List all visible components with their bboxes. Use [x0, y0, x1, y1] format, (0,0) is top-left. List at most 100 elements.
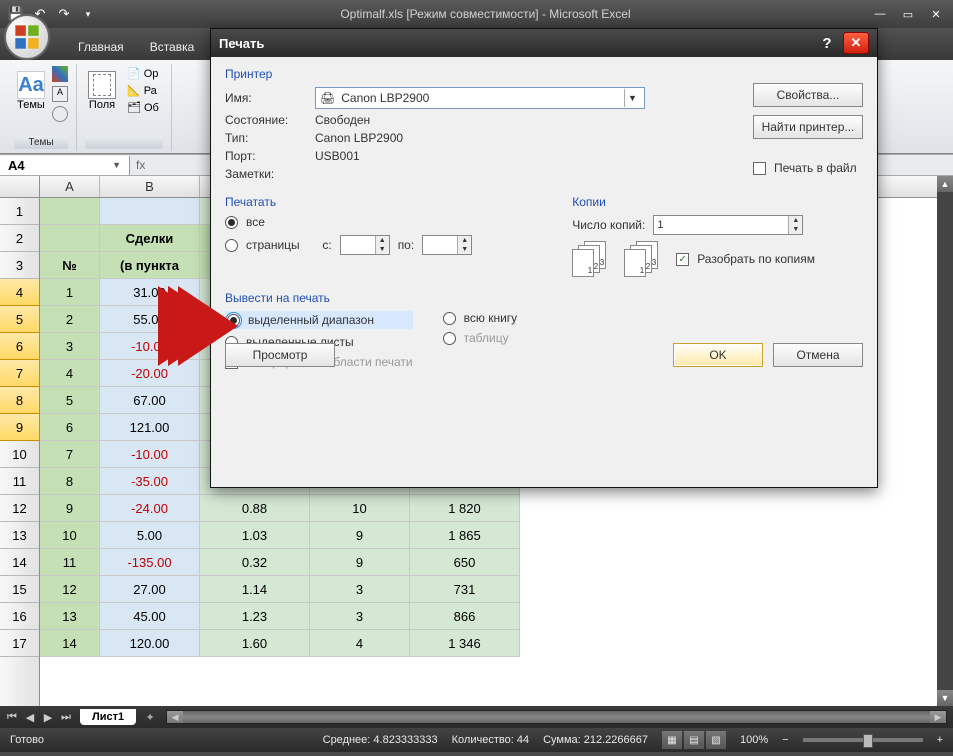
find-printer-button[interactable]: Найти принтер... [753, 115, 863, 139]
row-header[interactable]: 1 [0, 198, 39, 225]
cell[interactable]: 13 [40, 603, 100, 630]
cell[interactable]: Сделки [100, 225, 200, 252]
properties-button[interactable]: Свойства... [753, 83, 863, 107]
row-header[interactable]: 15 [0, 576, 39, 603]
cell[interactable]: 6 [40, 414, 100, 441]
colors-icon[interactable] [52, 66, 68, 82]
sheet-tab[interactable]: Лист1 [80, 709, 136, 725]
dropdown-icon[interactable]: ▼ [624, 89, 640, 107]
cell[interactable]: 67.00 [100, 387, 200, 414]
row-header[interactable]: 10 [0, 441, 39, 468]
col-header[interactable]: A [40, 176, 100, 197]
zoom-slider[interactable] [803, 738, 923, 742]
office-button[interactable] [4, 14, 50, 60]
cell[interactable]: № [40, 252, 100, 279]
cell[interactable] [100, 198, 200, 225]
margins-button[interactable]: Поля [85, 66, 119, 116]
from-spinner[interactable]: ▲▼ [340, 235, 390, 255]
row-header[interactable]: 4 [0, 279, 39, 306]
cell[interactable]: 3 [310, 603, 410, 630]
zoom-in-icon[interactable]: + [937, 734, 943, 746]
cell[interactable]: 9 [310, 522, 410, 549]
close-icon[interactable]: ✕ [843, 32, 869, 54]
cell[interactable]: 0.32 [200, 549, 310, 576]
tab-insert[interactable]: Вставка [138, 36, 207, 60]
cell[interactable]: 1.60 [200, 630, 310, 657]
redo-icon[interactable]: ↷ [54, 4, 74, 24]
row-header[interactable]: 17 [0, 630, 39, 657]
cell[interactable]: 27.00 [100, 576, 200, 603]
preview-button[interactable]: Просмотр [225, 343, 335, 367]
last-sheet-icon[interactable]: ⏭ [58, 709, 74, 725]
collate-checkbox[interactable]: ✓ [676, 253, 689, 266]
fx-icon[interactable]: fx [136, 158, 145, 172]
cell[interactable]: 121.00 [100, 414, 200, 441]
dialog-titlebar[interactable]: Печать ? ✕ [211, 29, 877, 57]
cell[interactable]: -35.00 [100, 468, 200, 495]
cell[interactable]: 8 [40, 468, 100, 495]
vertical-scrollbar[interactable]: ▲ ▼ [937, 176, 953, 706]
row-header[interactable]: 13 [0, 522, 39, 549]
cell[interactable] [40, 225, 100, 252]
cell[interactable]: 4 [310, 630, 410, 657]
size-button[interactable]: 📐Ра [123, 83, 163, 98]
new-sheet-icon[interactable]: ✦ [140, 708, 160, 726]
name-box[interactable]: A4▼ [0, 156, 130, 175]
cell[interactable]: 731 [410, 576, 520, 603]
radio-workbook[interactable] [443, 312, 456, 325]
effects-icon[interactable] [52, 106, 68, 122]
row-header[interactable]: 14 [0, 549, 39, 576]
row-header[interactable]: 11 [0, 468, 39, 495]
cell[interactable]: 866 [410, 603, 520, 630]
maximize-icon[interactable]: ▭ [895, 5, 921, 23]
horizontal-scrollbar[interactable]: ◀▶ [166, 710, 947, 724]
row-header[interactable]: 9 [0, 414, 39, 441]
cell[interactable]: 14 [40, 630, 100, 657]
cell[interactable]: 5.00 [100, 522, 200, 549]
prev-sheet-icon[interactable]: ◀ [22, 709, 38, 725]
minimize-icon[interactable]: — [867, 5, 893, 23]
cell[interactable]: 1.14 [200, 576, 310, 603]
cell[interactable]: 4 [40, 360, 100, 387]
row-header[interactable]: 3 [0, 252, 39, 279]
cell[interactable]: 3 [40, 333, 100, 360]
row-header[interactable]: 7 [0, 360, 39, 387]
radio-all[interactable] [225, 216, 238, 229]
next-sheet-icon[interactable]: ▶ [40, 709, 56, 725]
cancel-button[interactable]: Отмена [773, 343, 863, 367]
cell[interactable]: 11 [40, 549, 100, 576]
cell[interactable]: 120.00 [100, 630, 200, 657]
cell[interactable]: 3 [310, 576, 410, 603]
cell[interactable]: 0.88 [200, 495, 310, 522]
first-sheet-icon[interactable]: ⏮ [4, 709, 20, 725]
themes-button[interactable]: Aa Темы [14, 66, 48, 116]
row-header[interactable]: 2 [0, 225, 39, 252]
ok-button[interactable]: OK [673, 343, 763, 367]
cell[interactable]: 1 [40, 279, 100, 306]
cell[interactable]: 1.03 [200, 522, 310, 549]
cell[interactable]: 10 [40, 522, 100, 549]
tab-home[interactable]: Главная [66, 36, 136, 60]
close-icon[interactable]: ✕ [923, 5, 949, 23]
select-all-corner[interactable] [0, 176, 40, 198]
row-header[interactable]: 5 [0, 306, 39, 333]
to-spinner[interactable]: ▲▼ [422, 235, 472, 255]
row-header[interactable]: 6 [0, 333, 39, 360]
cell[interactable]: 12 [40, 576, 100, 603]
help-icon[interactable]: ? [815, 33, 839, 53]
copies-spinner[interactable]: 1▲▼ [653, 215, 803, 235]
cell[interactable]: 10 [310, 495, 410, 522]
row-header[interactable]: 8 [0, 387, 39, 414]
cell[interactable]: 5 [40, 387, 100, 414]
cell[interactable]: 1 865 [410, 522, 520, 549]
cell[interactable]: (в пункта [100, 252, 200, 279]
normal-view-icon[interactable]: ▦ [662, 731, 682, 749]
row-header[interactable]: 12 [0, 495, 39, 522]
cell[interactable]: 45.00 [100, 603, 200, 630]
radio-pages[interactable] [225, 239, 238, 252]
page-break-view-icon[interactable]: ▧ [706, 731, 726, 749]
zoom-level[interactable]: 100% [740, 734, 768, 746]
qat-dropdown-icon[interactable]: ▾ [78, 4, 98, 24]
cell[interactable]: -135.00 [100, 549, 200, 576]
cell[interactable]: 9 [40, 495, 100, 522]
